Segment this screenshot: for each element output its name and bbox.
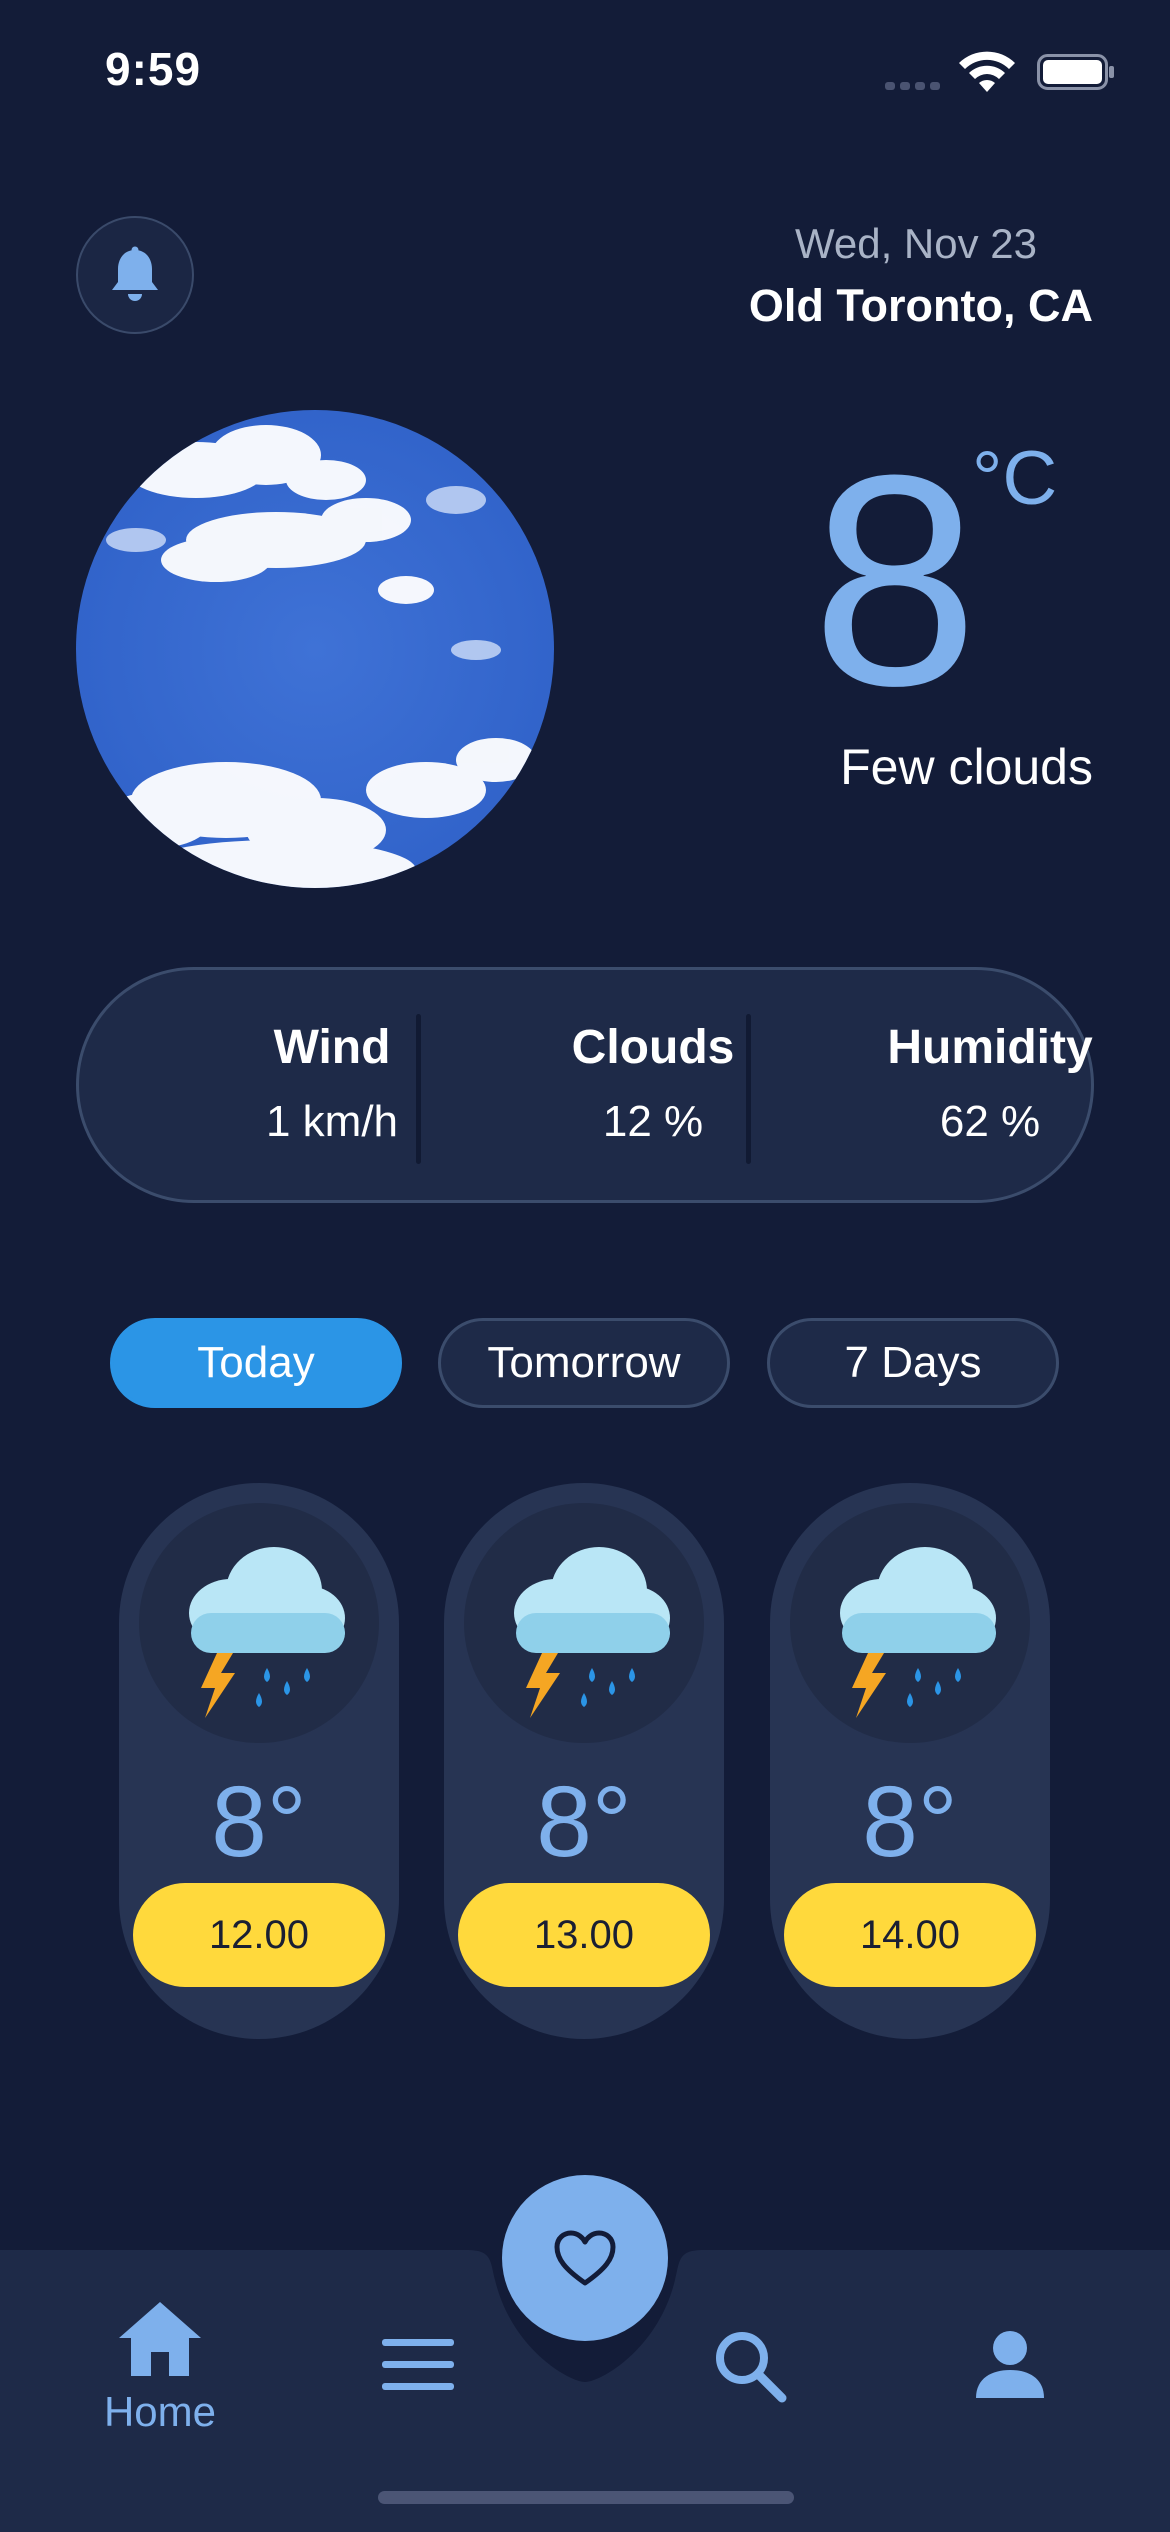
wind-stat: Wind 1 km/h bbox=[182, 1020, 482, 1147]
bell-icon bbox=[112, 246, 158, 301]
nav-search[interactable] bbox=[710, 2328, 790, 2404]
favorites-button[interactable] bbox=[502, 2175, 668, 2341]
thunderstorm-icon bbox=[464, 1503, 704, 1743]
hourly-forecast-card[interactable]: 8° 14.00 bbox=[770, 1483, 1050, 2039]
user-icon bbox=[976, 2331, 1044, 2398]
nav-home[interactable]: Home bbox=[90, 2298, 230, 2436]
hourly-temperature: 8° bbox=[536, 1766, 632, 1878]
hourly-temperature: 8° bbox=[862, 1766, 958, 1878]
nav-home-label: Home bbox=[103, 2388, 217, 2435]
search-icon bbox=[716, 2332, 787, 2403]
wifi-icon bbox=[959, 51, 1015, 92]
thunderstorm-icon bbox=[790, 1503, 1030, 1743]
battery-icon bbox=[1037, 54, 1114, 90]
temperature-unit: °C bbox=[972, 436, 1058, 521]
weather-condition: Few clouds bbox=[840, 739, 1093, 795]
sky-image bbox=[76, 410, 554, 888]
stat-value: 12 % bbox=[602, 1097, 704, 1146]
status-time: 9:59 bbox=[105, 43, 202, 95]
thunderstorm-icon bbox=[139, 1503, 379, 1743]
tab-7-days[interactable]: 7 Days bbox=[767, 1318, 1059, 1408]
weather-stats-panel: Wind 1 km/h Clouds 12 % Humidity 62 % bbox=[76, 967, 1094, 1203]
home-icon bbox=[119, 2302, 201, 2376]
nav-profile[interactable] bbox=[970, 2328, 1050, 2400]
stat-value: 62 % bbox=[939, 1097, 1041, 1146]
current-temperature: 8 bbox=[811, 412, 979, 748]
stat-label: Wind bbox=[273, 1021, 391, 1074]
weather-screen: 9:59 Wed, Nov 23 Old Toronto, CA 8 °C Fe… bbox=[0, 0, 1170, 2532]
hourly-time-badge: 13.00 bbox=[458, 1883, 710, 1987]
tab-today[interactable]: Today bbox=[110, 1318, 402, 1408]
hourly-time-badge: 14.00 bbox=[784, 1883, 1036, 1987]
location-name: Old Toronto, CA bbox=[748, 280, 1093, 331]
stat-value: 1 km/h bbox=[265, 1097, 399, 1146]
notifications-button[interactable] bbox=[76, 216, 194, 334]
stat-label: Humidity bbox=[887, 1021, 1093, 1074]
current-date: Wed, Nov 23 bbox=[794, 220, 1037, 267]
hourly-temperature: 8° bbox=[211, 1766, 307, 1878]
nav-menu[interactable] bbox=[378, 2335, 458, 2395]
hourly-time-badge: 12.00 bbox=[133, 1883, 385, 1987]
cellular-signal-icon bbox=[885, 82, 941, 90]
menu-icon bbox=[382, 2339, 454, 2390]
hourly-forecast-card[interactable]: 8° 13.00 bbox=[444, 1483, 724, 2039]
home-indicator bbox=[378, 2491, 794, 2504]
status-icons bbox=[885, 50, 1115, 94]
stat-divider bbox=[416, 1014, 421, 1164]
stat-label: Clouds bbox=[571, 1021, 735, 1074]
stat-divider bbox=[746, 1014, 751, 1164]
heart-icon bbox=[554, 2230, 616, 2286]
humidity-stat: Humidity 62 % bbox=[840, 1020, 1140, 1147]
clouds-stat: Clouds 12 % bbox=[503, 1020, 803, 1147]
tab-tomorrow[interactable]: Tomorrow bbox=[438, 1318, 730, 1408]
hourly-forecast-card[interactable]: 8° 12.00 bbox=[119, 1483, 399, 2039]
